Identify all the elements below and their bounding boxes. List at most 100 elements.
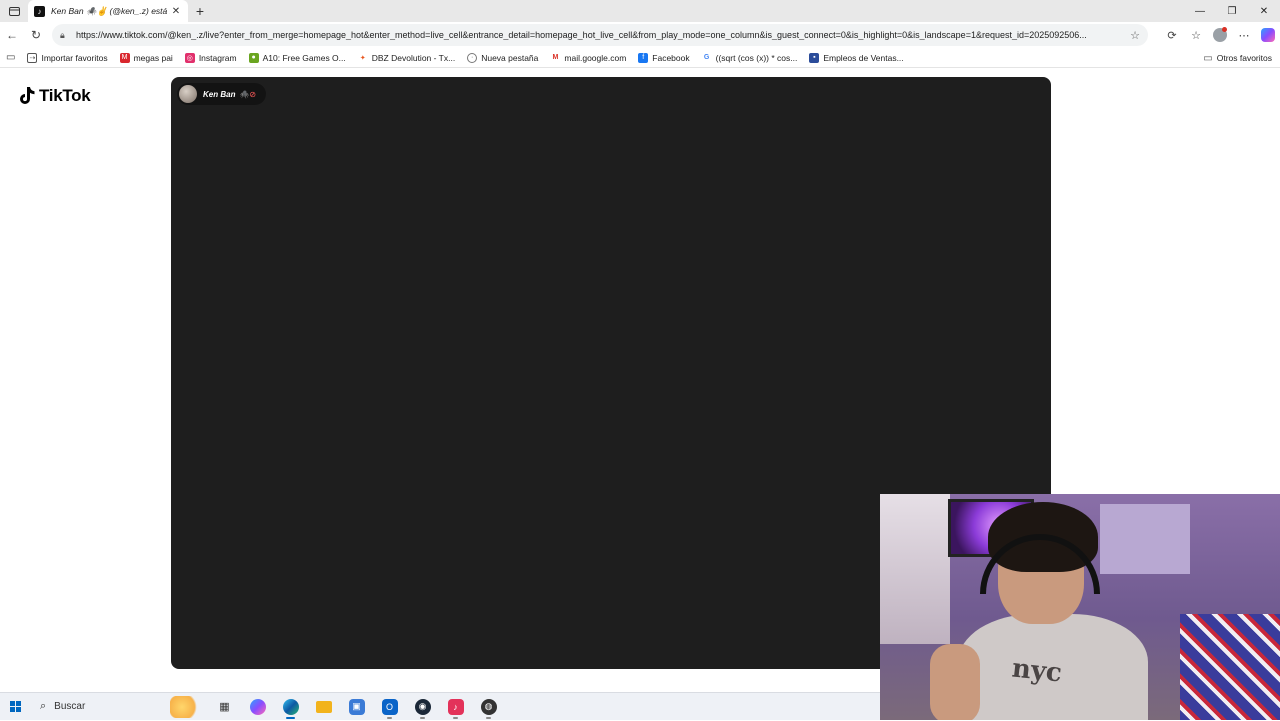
favorite-label: Empleos de Ventas...	[823, 52, 904, 63]
site-info-icon[interactable]: 🔒︎	[60, 30, 70, 41]
tiktok-app-button[interactable]: ♪	[439, 693, 472, 721]
tab-close-icon[interactable]: ✕	[170, 6, 182, 17]
webcam-window	[1100, 504, 1190, 574]
outlook-button[interactable]: O	[373, 693, 406, 721]
favorite-label: ((sqrt (cos (x)) * cos...	[715, 52, 798, 63]
google-icon: G	[701, 52, 712, 63]
minimize-button[interactable]: —	[1184, 0, 1216, 22]
tiktok-icon: ♪	[34, 5, 45, 17]
webcam-overlay: nyc	[880, 494, 1280, 720]
favorite-label: DBZ Devolution - Tx...	[371, 52, 456, 63]
favorites-bar-icon: ▭	[6, 52, 16, 63]
favorite-label: A10: Free Games O...	[262, 52, 346, 63]
close-window-button[interactable]: ✕	[1248, 0, 1280, 22]
copilot-app-icon	[249, 698, 266, 715]
store-button[interactable]: ▣	[340, 693, 373, 721]
gmail-icon: M	[550, 52, 561, 63]
edge-icon	[282, 698, 299, 715]
favorite-item-gmail[interactable]: M mail.google.com	[544, 48, 632, 68]
steam-icon: ◉	[414, 698, 431, 715]
extensions-button[interactable]: ⟳	[1160, 23, 1184, 47]
more-icon: ⋯	[1238, 29, 1250, 42]
favorite-item-facebook[interactable]: f Facebook	[632, 48, 695, 68]
active-tab[interactable]: ♪ Ken Ban 🕷️✌️ (@ken_.z) está LIVE ✕	[28, 0, 188, 22]
refresh-icon: ↻	[30, 28, 42, 42]
task-view-button[interactable]: ▦	[208, 693, 241, 721]
search-icon: ⌕	[40, 700, 47, 712]
notification-dot	[1222, 27, 1227, 32]
settings-menu-button[interactable]: ⋯	[1232, 23, 1256, 47]
favorite-item-google[interactable]: G ((sqrt (cos (x)) * cos...	[696, 48, 804, 68]
favorites-button[interactable]: ☆	[1184, 23, 1208, 47]
favorites-bar: ▭ ⇢ Importar favoritos M megas pai ◎ Ins…	[0, 48, 1280, 68]
window-controls: — ❐ ✕	[1184, 0, 1280, 22]
search-highlight-art[interactable]	[170, 695, 200, 718]
instagram-icon: ◎	[184, 52, 195, 63]
favorite-item-a10[interactable]: ● A10: Free Games O...	[243, 48, 352, 68]
edge-button[interactable]	[274, 693, 307, 721]
host-name: Ken Ban	[203, 89, 236, 99]
address-bar-row: ← ↻ 🔒︎ https://www.tiktok.com/@ken_.z/li…	[0, 22, 1280, 48]
favorite-item-empleos[interactable]: ▪ Empleos de Ventas...	[803, 48, 909, 68]
obs-button[interactable]: ◍	[472, 693, 505, 721]
file-explorer-icon	[315, 700, 332, 713]
favorite-label: Instagram	[198, 52, 237, 63]
copilot-app-button[interactable]	[241, 693, 274, 721]
mega-icon: M	[119, 52, 130, 63]
favorite-star-icon[interactable]: ☆	[1126, 29, 1140, 42]
restore-button[interactable]: ❐	[1216, 0, 1248, 22]
a10-icon: ●	[248, 52, 259, 63]
url-text: https://www.tiktok.com/@ken_.z/live?ente…	[76, 30, 1087, 40]
webcam-shelf	[880, 494, 950, 644]
host-chip[interactable]: Ken Ban 🕷️⊘	[177, 83, 267, 105]
favorite-item-megas[interactable]: M megas pai	[114, 48, 179, 68]
store-icon: ▣	[348, 698, 365, 715]
favorite-label: mail.google.com	[564, 52, 627, 63]
tiktok-note-icon	[20, 87, 35, 104]
tab-actions-icon	[8, 6, 20, 16]
host-name-emoji: 🕷️⊘	[239, 89, 257, 99]
task-view-icon: ▦	[219, 701, 230, 713]
favorite-label: Facebook	[652, 52, 690, 63]
toolbar-right: ⟳ ☆ ⋯	[1160, 22, 1280, 48]
webcam-shirt-text: nyc	[1010, 653, 1064, 689]
tab-actions-button[interactable]	[0, 0, 28, 22]
webcam-flag	[1180, 614, 1280, 720]
url-field[interactable]: 🔒︎ https://www.tiktok.com/@ken_.z/live?e…	[52, 24, 1148, 46]
favorite-item-nueva[interactable]: · Nueva pestaña	[461, 48, 544, 68]
favorite-label: megas pai	[133, 52, 173, 63]
other-favorites-label: Otros favoritos	[1216, 53, 1272, 63]
favorite-item-importar[interactable]: ⇢ Importar favoritos	[21, 48, 113, 68]
folder-icon: ▭	[1203, 52, 1213, 64]
favorite-label: Importar favoritos	[41, 52, 108, 63]
refresh-button[interactable]: ↻	[24, 23, 48, 47]
start-button[interactable]	[0, 693, 30, 721]
favorites-toggle[interactable]: ▭	[0, 48, 21, 68]
taskbar-search[interactable]: ⌕ Buscar	[30, 693, 170, 721]
copilot-icon	[1261, 28, 1275, 42]
copilot-button[interactable]	[1256, 23, 1280, 47]
outlook-icon: O	[381, 698, 398, 715]
file-explorer-button[interactable]	[307, 693, 340, 721]
logo-text: TikTok	[39, 86, 91, 105]
globe-icon: ·	[467, 52, 478, 63]
back-arrow-icon: ←	[6, 28, 18, 42]
tiktok-logo[interactable]: TikTok	[18, 86, 91, 106]
back-button[interactable]: ←	[0, 23, 24, 47]
taskbar: ⌕ Buscar ▦ ▣ O ◉ ♪ ◍	[0, 692, 880, 720]
briefcase-icon: ▪	[809, 52, 820, 63]
tab-strip: ♪ Ken Ban 🕷️✌️ (@ken_.z) está LIVE ✕ + —…	[0, 0, 1280, 22]
new-tab-button[interactable]: +	[188, 0, 212, 22]
obs-icon: ◍	[480, 698, 497, 715]
dbz-icon: ✦	[357, 52, 368, 63]
tiktok-app-icon: ♪	[447, 698, 464, 715]
favorite-label: Nueva pestaña	[481, 52, 539, 63]
favorite-item-dbz[interactable]: ✦ DBZ Devolution - Tx...	[352, 48, 461, 68]
windows-logo-icon	[9, 701, 21, 712]
profile-button[interactable]	[1208, 23, 1232, 47]
webcam-person-arm	[930, 644, 980, 720]
favorite-item-instagram[interactable]: ◎ Instagram	[179, 48, 243, 68]
steam-button[interactable]: ◉	[406, 693, 439, 721]
other-favorites[interactable]: ▭ Otros favoritos	[1203, 48, 1272, 68]
favorites-list-icon: ☆	[1191, 29, 1201, 42]
